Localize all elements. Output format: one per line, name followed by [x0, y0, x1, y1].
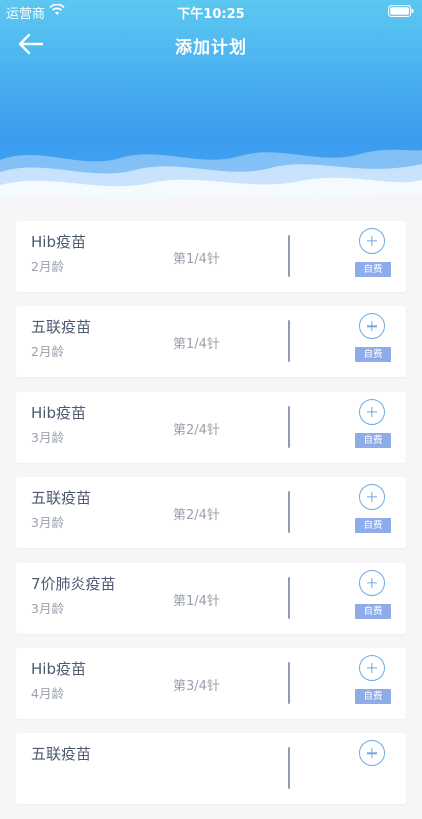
- dose-count: 第1/4针: [173, 337, 220, 353]
- plan-list: Hib疫苗 2月龄 第1/4针 自费 五联疫苗 2月龄 第1/4针 自费 Hib…: [16, 221, 406, 819]
- divider: [288, 235, 290, 277]
- plan-card: Hib疫苗 4月龄 第3/4针 自费: [16, 647, 406, 719]
- divider: [288, 747, 290, 790]
- vaccine-name: 五联疫苗: [31, 489, 92, 508]
- vaccine-age: 3月龄: [31, 429, 64, 445]
- vaccine-name: Hib疫苗: [31, 403, 86, 422]
- self-pay-badge: 自费: [355, 262, 391, 277]
- add-plan-button[interactable]: [359, 740, 385, 767]
- add-plan-button[interactable]: [359, 313, 385, 340]
- self-pay-badge: 自费: [355, 518, 391, 534]
- plan-card: Hib疫苗 2月龄 第1/4针 自费: [16, 221, 406, 292]
- vaccine-name: 五联疫苗: [31, 318, 92, 337]
- vaccine-name: Hib疫苗: [31, 659, 86, 678]
- vaccine-name: 五联疫苗: [31, 745, 92, 764]
- self-pay-badge: 自费: [355, 603, 391, 619]
- vaccine-name: Hib疫苗: [31, 233, 86, 251]
- add-plan-button[interactable]: [359, 484, 385, 511]
- vaccine-age: 3月龄: [31, 515, 64, 531]
- clock: 下午10:25: [177, 7, 245, 22]
- dose-count: 第1/4针: [173, 593, 220, 609]
- add-plan-button[interactable]: [359, 228, 385, 254]
- vaccine-name: 7价肺炎疫苗: [31, 574, 116, 593]
- plan-card: 五联疫苗 3月龄 第2/4针 自费: [16, 477, 406, 549]
- self-pay-badge: 自费: [355, 688, 391, 704]
- add-plan-button[interactable]: [359, 569, 385, 596]
- vaccine-age: 4月龄: [31, 685, 64, 701]
- plan-card: 7价肺炎疫苗 3月龄 第1/4针 自费: [16, 562, 406, 634]
- status-bar: 运营商 下午10:25: [0, 0, 422, 22]
- plan-card: 五联疫苗: [16, 733, 406, 805]
- plan-card: Hib疫苗 3月龄 第2/4针 自费: [16, 391, 406, 463]
- divider: [288, 405, 290, 448]
- self-pay-badge: 自费: [355, 347, 391, 363]
- divider: [288, 320, 290, 363]
- navigation-bar: 添加计划: [0, 22, 422, 66]
- battery-icon: [388, 5, 414, 17]
- dose-count: 第1/4针: [173, 252, 220, 267]
- vaccine-age: 2月龄: [31, 259, 64, 274]
- divider: [288, 661, 290, 704]
- plan-card: 五联疫苗 2月龄 第1/4针 自费: [16, 306, 406, 378]
- add-plan-button[interactable]: [359, 398, 385, 425]
- divider: [288, 576, 290, 619]
- dose-count: 第3/4针: [173, 678, 220, 694]
- divider: [288, 491, 290, 534]
- vaccine-age: 3月龄: [31, 600, 64, 616]
- dose-count: 第2/4针: [173, 422, 220, 438]
- add-plan-button[interactable]: [359, 654, 385, 681]
- page-title: 添加计划: [175, 38, 247, 58]
- dose-count: 第2/4针: [173, 508, 220, 524]
- vaccine-age: 2月龄: [31, 344, 64, 360]
- self-pay-badge: 自费: [355, 432, 391, 448]
